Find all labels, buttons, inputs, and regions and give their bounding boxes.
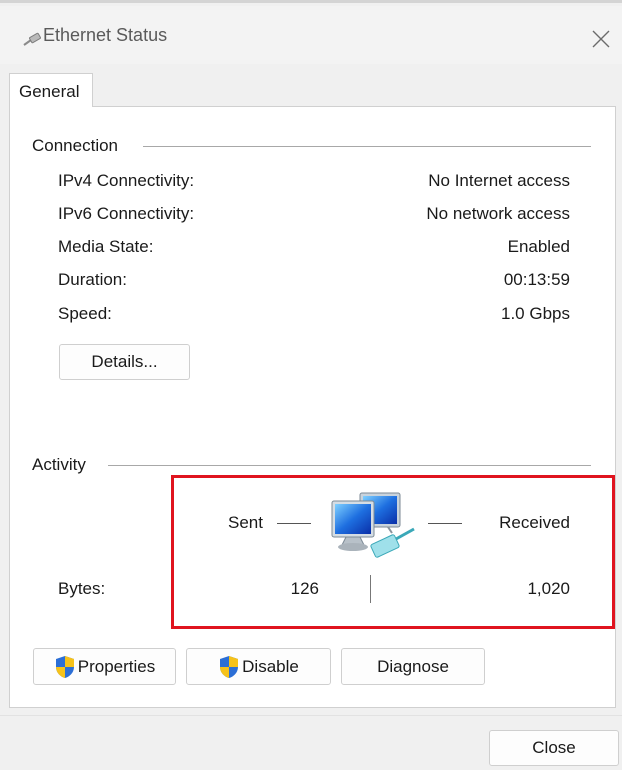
network-computers-icon [331,492,415,558]
received-line [428,523,462,524]
bytes-divider [370,575,371,603]
duration-label: Duration: [58,270,127,289]
activity-group-divider [108,465,591,466]
ipv4-connectivity-label: IPv4 Connectivity: [58,171,195,190]
media-state-value: Enabled [507,237,570,256]
media-state-label: Media State: [58,237,154,256]
title-bar: Ethernet Status [0,6,622,64]
disable-button[interactable]: Disable [186,648,331,685]
properties-button[interactable]: Properties [33,648,176,685]
footer-divider [0,715,622,716]
diagnose-button[interactable]: Diagnose [341,648,485,685]
properties-button-label: Properties [77,656,156,676]
window-title: Ethernet Status [43,25,168,45]
sent-label: Sent [228,513,263,532]
general-tab-panel [9,106,616,708]
uac-shield-icon [220,655,239,678]
sent-line [277,523,311,524]
received-label: Received [499,513,570,532]
network-cable-icon [23,32,41,46]
activity-group-title: Activity [32,455,98,475]
bytes-received-value: 1,020 [527,579,570,598]
disable-button-label: Disable [242,656,299,676]
connection-group-title: Connection [32,136,131,156]
connection-group-divider [143,146,591,147]
bytes-label: Bytes: [58,579,106,598]
close-icon[interactable] [590,28,612,50]
details-button[interactable]: Details... [59,344,190,380]
close-button[interactable]: Close [489,730,619,766]
ipv4-connectivity-value: No Internet access [428,171,570,190]
ipv6-connectivity-label: IPv6 Connectivity: [58,204,195,223]
uac-shield-icon [55,655,74,678]
tab-general[interactable]: General [9,73,93,107]
speed-label: Speed: [58,304,112,323]
bytes-sent-value: 126 [290,579,319,598]
duration-value: 00:13:59 [503,270,570,289]
ipv6-connectivity-value: No network access [426,204,570,223]
ethernet-status-window: Ethernet Status General Connection IPv4 … [0,0,622,770]
speed-value: 1.0 Gbps [501,304,570,323]
